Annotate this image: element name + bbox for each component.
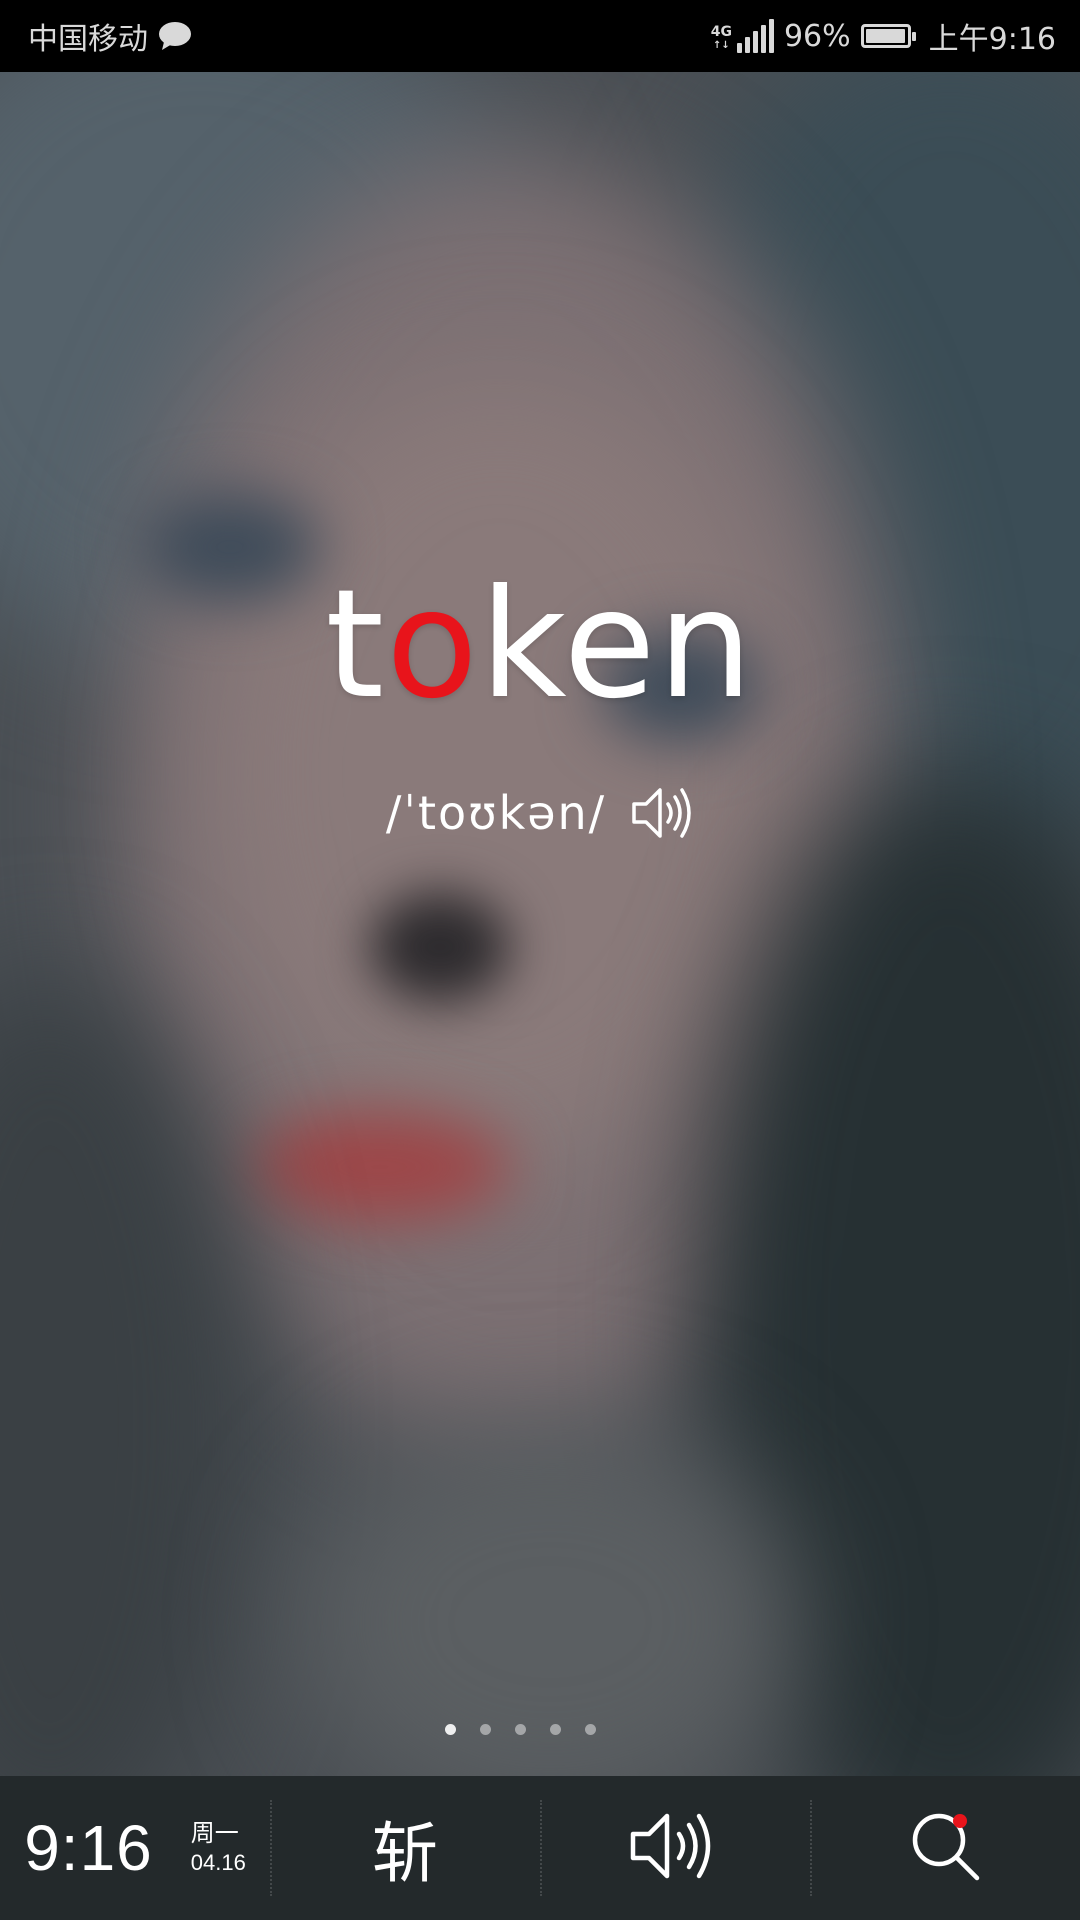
carrier-label: 中国移动 xyxy=(28,22,148,57)
word-highlight: o xyxy=(386,558,480,732)
screen: 中国移动 4G ↑↓ 96% 上午9:16 token /ˈtoʊkən/ 9:… xyxy=(0,0,1080,1920)
word-display: token /ˈtoʊkən/ xyxy=(0,560,1080,844)
speaker-icon xyxy=(629,1808,721,1888)
date-block: 周一 04.16 xyxy=(191,1818,246,1878)
status-bar: 中国移动 4G ↑↓ 96% 上午9:16 xyxy=(0,0,1080,72)
status-left: 中国移动 xyxy=(28,14,192,58)
network-type: 4G ↑↓ xyxy=(710,24,732,51)
date-label: 04.16 xyxy=(190,1850,246,1875)
chat-notification-icon xyxy=(158,21,192,51)
word-title: token xyxy=(0,560,1080,730)
zhan-label: 斩 xyxy=(372,1815,438,1892)
page-dot[interactable] xyxy=(584,1724,596,1735)
clock-widget: 9:16 周一 04.16 xyxy=(0,1776,270,1920)
page-dot[interactable] xyxy=(479,1724,491,1735)
zhan-button[interactable]: 斩 xyxy=(270,1776,540,1920)
word-prefix: t xyxy=(325,558,387,732)
sound-button[interactable] xyxy=(540,1776,810,1920)
battery-icon xyxy=(860,24,916,48)
page-indicator[interactable] xyxy=(0,1724,1060,1735)
page-dot[interactable] xyxy=(549,1724,561,1735)
background-photo xyxy=(0,72,1080,1776)
search-button[interactable] xyxy=(810,1776,1080,1920)
page-dot[interactable] xyxy=(514,1724,526,1735)
battery-percent: 96% xyxy=(783,18,851,54)
status-time: 上午9:16 xyxy=(928,22,1056,57)
phonetic-row: /ˈtoʊkən/ xyxy=(0,782,1080,844)
pronounce-speaker-icon[interactable] xyxy=(630,782,694,844)
signal-icon: 4G ↑↓ xyxy=(711,19,774,53)
status-right: 4G ↑↓ 96% 上午9:16 xyxy=(711,14,1056,58)
page-dot[interactable] xyxy=(444,1724,456,1735)
word-suffix: ken xyxy=(479,558,755,732)
search-icon xyxy=(909,1810,981,1886)
clock-time: 9:16 xyxy=(24,1812,153,1884)
notification-dot xyxy=(953,1814,967,1828)
phonetic-text: /ˈtoʊkən/ xyxy=(385,786,607,840)
bottom-bar: 9:16 周一 04.16 斩 xyxy=(0,1776,1080,1920)
weekday-label: 周一 xyxy=(190,1819,239,1847)
